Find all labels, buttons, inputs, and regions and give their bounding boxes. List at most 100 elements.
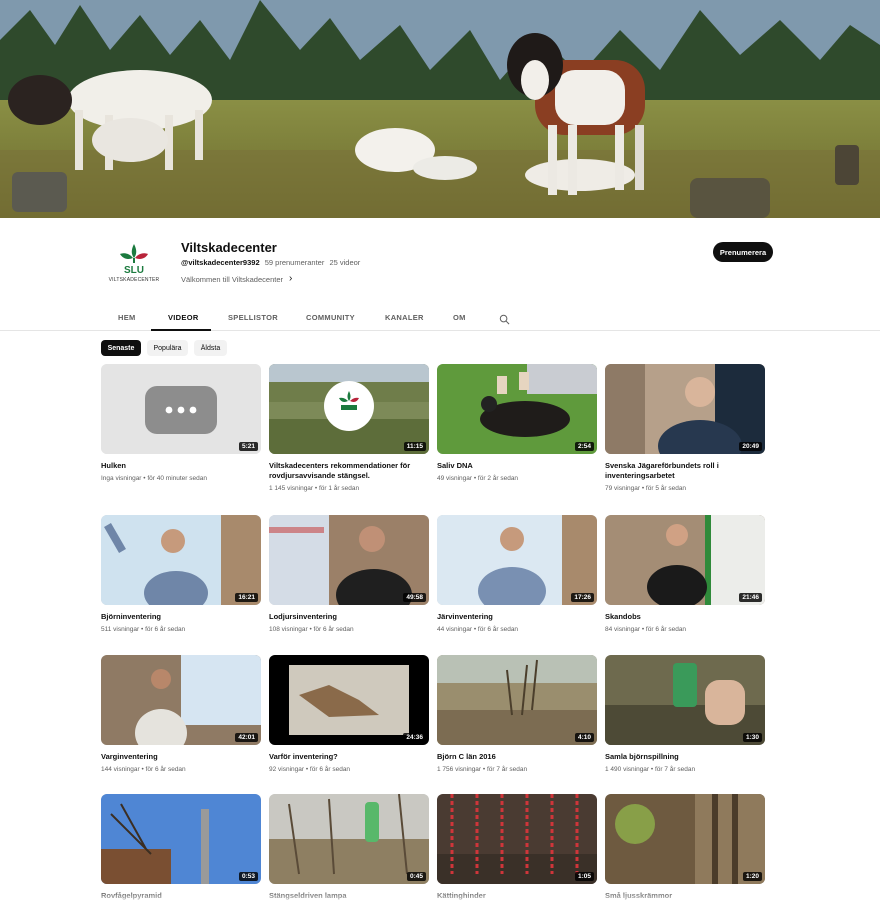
video-meta: 1 145 visningar • för 1 år sedan bbox=[269, 485, 360, 492]
chip-oldest[interactable]: Äldsta bbox=[194, 340, 227, 356]
video-thumbnail[interactable]: 0:45 bbox=[269, 794, 429, 884]
video-card[interactable]: 49:58 Lodjursinventering 108 visningar •… bbox=[269, 515, 429, 634]
video-thumbnail[interactable]: 11:15 bbox=[269, 364, 429, 454]
video-meta: 1 756 visningar • för 7 år sedan bbox=[437, 766, 528, 773]
video-title[interactable]: Kättinghinder bbox=[437, 891, 597, 901]
video-duration: 17:26 bbox=[571, 593, 594, 602]
video-title[interactable]: Varför inventering? bbox=[269, 752, 429, 762]
video-title[interactable]: Hulken bbox=[101, 461, 261, 471]
video-card[interactable]: 0:53 Rovfågelpyramid bbox=[101, 794, 261, 901]
video-thumbnail[interactable]: 17:26 bbox=[437, 515, 597, 605]
video-thumbnail[interactable]: 24:36 bbox=[269, 655, 429, 745]
video-title[interactable]: Järvinventering bbox=[437, 612, 597, 622]
video-card[interactable]: 0:45 Stängseldriven lampa bbox=[269, 794, 429, 901]
tab-home[interactable]: HEM bbox=[118, 313, 136, 322]
video-meta: 79 visningar • för 5 år sedan bbox=[605, 485, 687, 492]
channel-description-text: Välkommen till Viltskadecenter bbox=[181, 274, 283, 284]
video-card[interactable]: 21:46 Skandobs 84 visningar • för 6 år s… bbox=[605, 515, 765, 634]
video-card[interactable]: 1:20 Små ljusskrämmor bbox=[605, 794, 765, 901]
logo-text: SLU bbox=[124, 265, 144, 274]
video-card[interactable]: 5:21 Hulken Inga visningar • för 40 minu… bbox=[101, 364, 261, 483]
tab-community[interactable]: COMMUNITY bbox=[306, 313, 355, 322]
video-title[interactable]: Viltskadecenters rekommendationer för ro… bbox=[269, 461, 429, 481]
video-title[interactable]: Saliv DNA bbox=[437, 461, 597, 471]
video-card[interactable]: 42:01 Varginventering 144 visningar • fö… bbox=[101, 655, 261, 774]
subscribe-button[interactable]: Prenumerera bbox=[713, 242, 773, 262]
video-title[interactable]: Stängseldriven lampa bbox=[269, 891, 429, 901]
video-meta: 92 visningar • för 6 år sedan bbox=[269, 766, 351, 773]
video-card[interactable]: 17:26 Järvinventering 44 visningar • för… bbox=[437, 515, 597, 634]
video-thumbnail[interactable]: 16:21 bbox=[101, 515, 261, 605]
video-count: 25 videor bbox=[329, 258, 361, 267]
video-title[interactable]: Små ljusskrämmor bbox=[605, 891, 765, 901]
search-icon[interactable] bbox=[499, 314, 510, 325]
video-card[interactable]: 2:54 Saliv DNA 49 visningar • för 2 år s… bbox=[437, 364, 597, 483]
video-thumbnail[interactable]: 21:46 bbox=[605, 515, 765, 605]
video-duration: 24:36 bbox=[403, 733, 426, 742]
video-card[interactable]: 11:15 Viltskadecenters rekommendationer … bbox=[269, 364, 429, 493]
video-title[interactable]: Björn C län 2016 bbox=[437, 752, 597, 762]
video-title[interactable]: Lodjursinventering bbox=[269, 612, 429, 622]
video-duration: 16:21 bbox=[235, 593, 258, 602]
video-title[interactable]: Samla björnspillning bbox=[605, 752, 765, 762]
video-duration: 1:20 bbox=[742, 872, 762, 881]
video-thumbnail[interactable]: 1:30 bbox=[605, 655, 765, 745]
video-meta: 1 490 visningar • för 7 år sedan bbox=[605, 766, 696, 773]
video-card[interactable]: 1:05 Kättinghinder bbox=[437, 794, 597, 901]
video-meta: Inga visningar • för 40 minuter sedan bbox=[101, 475, 207, 482]
video-title[interactable]: Skandobs bbox=[605, 612, 765, 622]
video-duration: 2:54 bbox=[574, 442, 594, 451]
logo-caption: VILTSKADECENTER bbox=[108, 276, 160, 283]
channel-banner bbox=[0, 0, 880, 218]
video-title[interactable]: Varginventering bbox=[101, 752, 261, 762]
channel-name: Viltskadecenter bbox=[181, 240, 277, 255]
video-thumbnail[interactable]: 5:21 bbox=[101, 364, 261, 454]
video-card[interactable]: 20:49 Svenska Jägareförbundets roll i in… bbox=[605, 364, 765, 493]
video-duration: 49:58 bbox=[403, 593, 426, 602]
channel-meta: @viltskadecenter9392 59 prenumeranter 25… bbox=[181, 258, 363, 267]
active-tab-indicator bbox=[151, 329, 211, 331]
video-meta: 108 visningar • för 6 år sedan bbox=[269, 626, 354, 633]
video-thumbnail[interactable]: 1:20 bbox=[605, 794, 765, 884]
video-duration: 0:53 bbox=[238, 872, 258, 881]
chevron-right-icon: › bbox=[289, 273, 293, 284]
video-card[interactable]: 1:30 Samla björnspillning 1 490 visninga… bbox=[605, 655, 765, 774]
video-meta: 511 visningar • för 6 år sedan bbox=[101, 626, 186, 633]
video-thumbnail[interactable]: 4:10 bbox=[437, 655, 597, 745]
video-meta: 44 visningar • för 6 år sedan bbox=[437, 626, 519, 633]
chip-latest[interactable]: Senaste bbox=[101, 340, 141, 356]
video-duration: 21:46 bbox=[739, 593, 762, 602]
subscriber-count: 59 prenumeranter bbox=[264, 258, 325, 267]
video-card[interactable]: 24:36 Varför inventering? 92 visningar •… bbox=[269, 655, 429, 774]
video-title[interactable]: Rovfågelpyramid bbox=[101, 891, 261, 901]
video-duration: 5:21 bbox=[238, 442, 258, 451]
video-meta: 144 visningar • för 6 år sedan bbox=[101, 766, 186, 773]
video-card[interactable]: 16:21 Björninventering 511 visningar • f… bbox=[101, 515, 261, 634]
video-duration: 4:10 bbox=[574, 733, 594, 742]
video-thumbnail[interactable]: 49:58 bbox=[269, 515, 429, 605]
video-meta: 49 visningar • för 2 år sedan bbox=[437, 475, 519, 482]
tab-channels[interactable]: KANALER bbox=[385, 313, 424, 322]
channel-avatar[interactable]: SLU VILTSKADECENTER bbox=[104, 232, 164, 292]
video-title[interactable]: Björninventering bbox=[101, 612, 261, 622]
channel-tabs: HEM VIDEOR SPELLISTOR COMMUNITY KANALER … bbox=[0, 306, 880, 331]
channel-description[interactable]: Välkommen till Viltskadecenter › bbox=[181, 274, 292, 284]
chip-popular[interactable]: Populära bbox=[147, 340, 188, 356]
video-duration: 20:49 bbox=[739, 442, 762, 451]
video-title[interactable]: Svenska Jägareförbundets roll i inventer… bbox=[605, 461, 765, 481]
video-meta: 84 visningar • för 6 år sedan bbox=[605, 626, 687, 633]
video-thumbnail[interactable]: 0:53 bbox=[101, 794, 261, 884]
video-duration: 42:01 bbox=[235, 733, 258, 742]
tab-about[interactable]: OM bbox=[453, 313, 466, 322]
video-card[interactable]: 4:10 Björn C län 2016 1 756 visningar • … bbox=[437, 655, 597, 774]
tab-playlists[interactable]: SPELLISTOR bbox=[228, 313, 278, 322]
video-duration: 0:45 bbox=[406, 872, 426, 881]
tab-videos[interactable]: VIDEOR bbox=[168, 313, 199, 322]
video-thumbnail[interactable]: 42:01 bbox=[101, 655, 261, 745]
video-thumbnail[interactable]: 2:54 bbox=[437, 364, 597, 454]
video-duration: 11:15 bbox=[403, 442, 426, 451]
video-duration: 1:05 bbox=[574, 872, 594, 881]
channel-handle: @viltskadecenter9392 bbox=[181, 258, 260, 267]
video-thumbnail[interactable]: 20:49 bbox=[605, 364, 765, 454]
video-thumbnail[interactable]: 1:05 bbox=[437, 794, 597, 884]
